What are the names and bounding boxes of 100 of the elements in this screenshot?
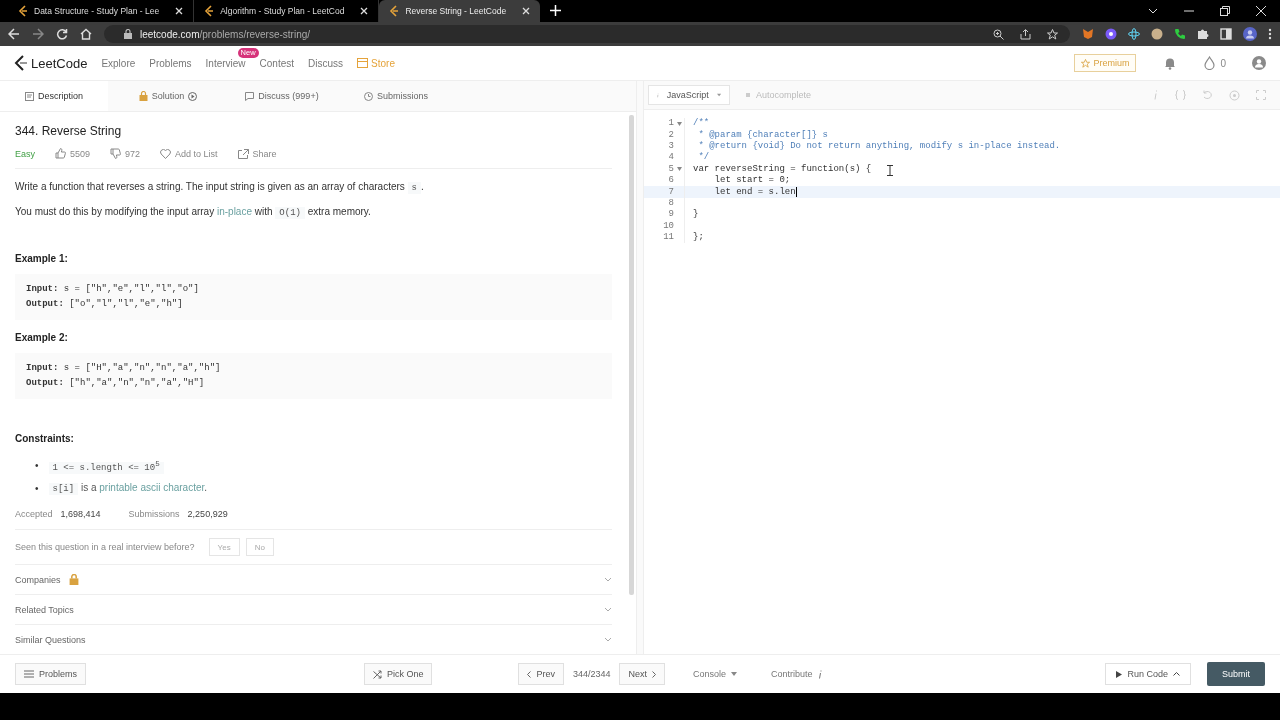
- lock-icon: [124, 29, 132, 39]
- sidebar-icon[interactable]: [1220, 28, 1232, 40]
- avatar-icon[interactable]: [1243, 27, 1257, 41]
- restore-icon[interactable]: [1220, 6, 1230, 16]
- new-tab-icon[interactable]: [550, 5, 562, 16]
- language-select[interactable]: JavaScript: [648, 85, 730, 105]
- back-icon[interactable]: [8, 28, 20, 40]
- code-line: */: [697, 152, 710, 164]
- address-bar[interactable]: leetcode.com/problems/reverse-string/: [104, 25, 1070, 43]
- next-button[interactable]: Next: [619, 663, 665, 685]
- add-to-list-button[interactable]: Add to List: [160, 148, 218, 159]
- share-icon: [237, 148, 249, 159]
- dislike-button[interactable]: 972: [110, 148, 141, 159]
- share-icon[interactable]: [1020, 28, 1031, 40]
- code-line: * @return {void} Do not return anything, modify s in-place instead.: [697, 140, 1061, 152]
- example-heading: Example 1:: [15, 253, 69, 264]
- section-title: Companies: [15, 574, 61, 585]
- logo-text[interactable]: LeetCode: [31, 55, 88, 71]
- phone-extension-icon[interactable]: [1174, 28, 1186, 40]
- browser-tab[interactable]: Reverse String - LeetCode: [379, 0, 541, 22]
- thumbs-down-icon: [110, 148, 122, 159]
- difficulty-label: Easy: [15, 148, 35, 159]
- text-link[interactable]: in-place: [216, 206, 252, 217]
- fox-extension-icon[interactable]: [1082, 28, 1094, 40]
- drop-icon[interactable]: [1204, 56, 1216, 70]
- comment-icon: [245, 91, 255, 101]
- line-number: 3: [667, 140, 674, 152]
- interview-question: Seen this question in a real interview before?: [15, 542, 195, 552]
- list-icon: [24, 670, 34, 678]
- section-title: Related Topics: [15, 604, 74, 615]
- section-row[interactable]: Companies: [15, 565, 612, 595]
- fold-icon[interactable]: [676, 121, 682, 126]
- bullet: •: [35, 481, 39, 496]
- contribute-button[interactable]: Contribute: [765, 668, 828, 680]
- fold-icon[interactable]: [676, 167, 682, 172]
- section-row[interactable]: Related Topics: [15, 595, 612, 625]
- user-avatar-icon[interactable]: [1252, 56, 1266, 70]
- shuffle-icon: [372, 669, 382, 679]
- code-line: /**: [693, 118, 710, 130]
- nav-link[interactable]: Explore: [101, 57, 136, 69]
- heart-icon: [160, 148, 172, 159]
- problem-title: 344. Reverse String: [15, 124, 123, 138]
- panel-tab[interactable]: Submissions: [342, 81, 450, 111]
- section-row[interactable]: Similar Questions: [15, 625, 612, 654]
- line-number: 11: [662, 232, 674, 244]
- nav-link[interactable]: Discuss: [308, 57, 344, 69]
- leetcode-icon: [204, 5, 215, 17]
- atom-extension-icon[interactable]: [1128, 28, 1140, 40]
- nav-link[interactable]: Contest: [259, 57, 295, 69]
- leetcode-icon: [389, 5, 400, 17]
- panel-tab[interactable]: Description: [0, 81, 108, 111]
- nav-link[interactable]: Problems: [149, 57, 192, 69]
- constraint-item: s[i] is a printable ascii character.: [48, 478, 208, 499]
- caret-icon: [731, 672, 738, 676]
- prev-button[interactable]: Prev: [518, 663, 564, 685]
- line-number: 8: [667, 197, 674, 209]
- extension-icon[interactable]: [1151, 28, 1163, 40]
- pick-one-button[interactable]: Pick One: [363, 663, 433, 685]
- zoom-icon[interactable]: [993, 28, 1004, 40]
- nav-link[interactable]: Interview: [205, 57, 246, 69]
- close-icon[interactable]: [522, 7, 531, 15]
- console-button[interactable]: Console: [687, 668, 744, 680]
- chevron-up-icon: [1173, 672, 1180, 676]
- reload-icon[interactable]: [56, 28, 68, 40]
- forward-icon[interactable]: [32, 28, 44, 40]
- submit-button[interactable]: Submit: [1207, 662, 1265, 686]
- logo-icon[interactable]: [14, 55, 28, 71]
- home-icon[interactable]: [80, 28, 92, 40]
- star-icon[interactable]: [1047, 28, 1058, 40]
- run-code-button[interactable]: Run Code: [1105, 663, 1191, 685]
- streak-count: 0: [1220, 57, 1226, 69]
- line-number: 9: [667, 209, 674, 221]
- bullet: •: [35, 459, 39, 473]
- panel-tab[interactable]: Discuss (999+): [228, 81, 336, 111]
- close-icon[interactable]: [1256, 6, 1266, 16]
- text-link[interactable]: printable ascii character: [99, 482, 205, 493]
- lock-icon: [68, 574, 79, 585]
- share-button[interactable]: Share: [237, 148, 277, 159]
- more-icon[interactable]: [1268, 28, 1272, 40]
- chat-extension-icon[interactable]: [1105, 28, 1117, 40]
- puzzle-icon[interactable]: [1197, 28, 1209, 40]
- code-line: };: [693, 232, 704, 244]
- like-button[interactable]: 5509: [55, 148, 91, 159]
- stat-label: Submissions: [128, 509, 180, 519]
- line-number: 4: [667, 152, 674, 164]
- text-cursor-icon: [887, 165, 893, 176]
- close-icon[interactable]: [175, 7, 184, 15]
- problems-button[interactable]: Problems: [15, 663, 86, 685]
- section-title: Similar Questions: [15, 634, 86, 645]
- example-heading: Example 2:: [15, 332, 69, 343]
- line-number: 2: [667, 129, 674, 141]
- scrollbar[interactable]: [629, 115, 634, 595]
- description-paragraph: Write a function that reverses a string. The input string is given as an array of characters s .: [15, 181, 425, 193]
- bell-icon[interactable]: [1164, 56, 1177, 70]
- line-number: 10: [662, 220, 674, 232]
- panel-tab[interactable]: Solution: [114, 81, 222, 111]
- document-icon: [25, 91, 34, 101]
- close-icon[interactable]: [360, 7, 369, 15]
- play-icon: [1116, 670, 1123, 678]
- leetcode-icon: [18, 5, 28, 17]
